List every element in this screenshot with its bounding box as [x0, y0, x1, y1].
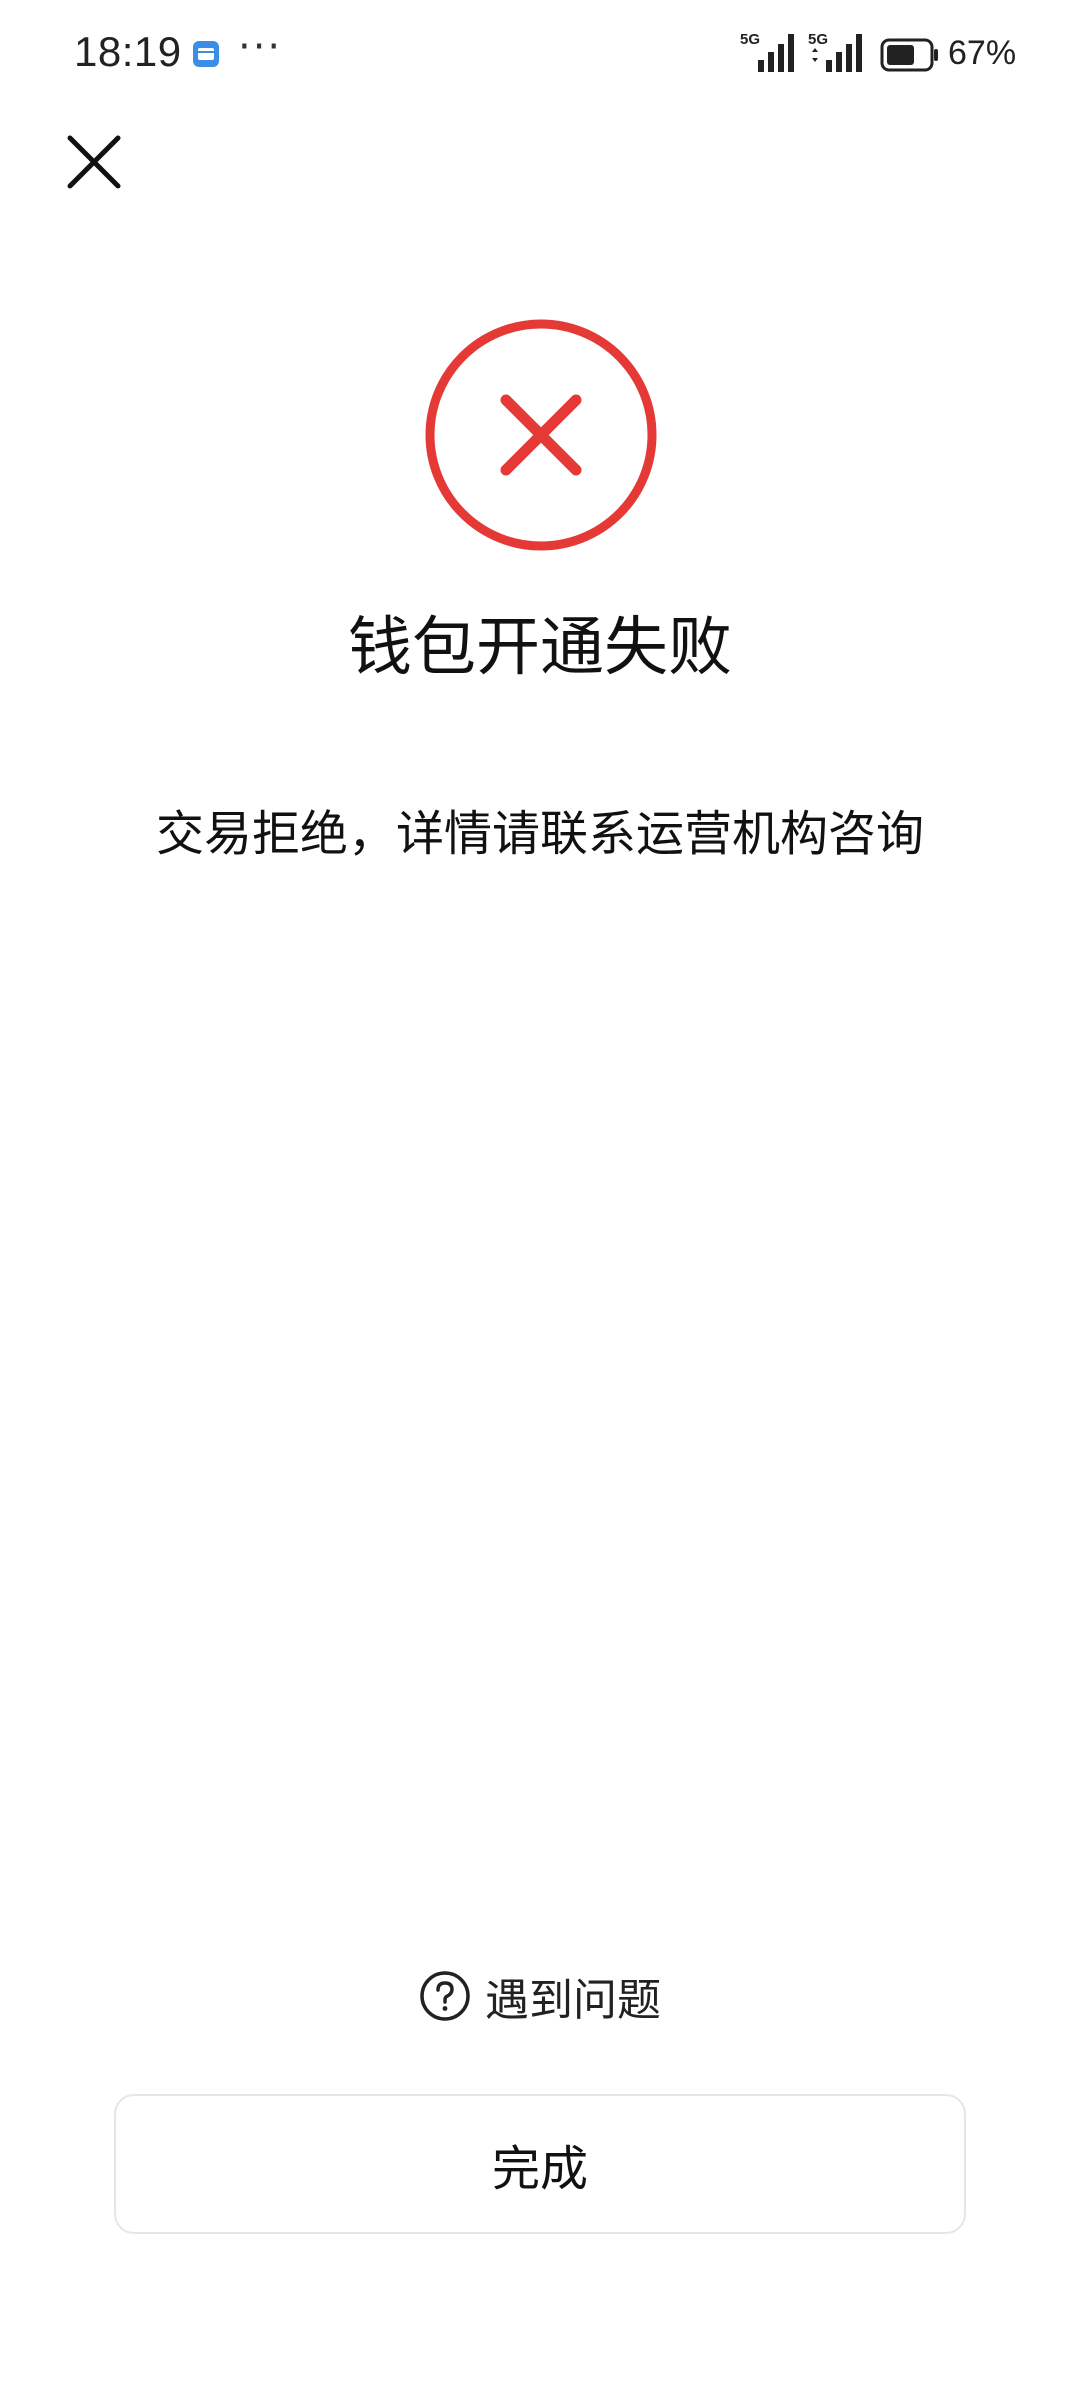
close-button[interactable]: [60, 128, 130, 198]
battery-percent: 67%: [948, 34, 1017, 72]
signal-2-label: 5G: [808, 31, 828, 48]
help-label: 遇到问题: [485, 1975, 661, 2026]
wallet-result-screen: 18:19 ··· 5G 5G 67% 钱包开通失败 交易拒绝，详情请联系运营机…: [0, 0, 1080, 2400]
status-time: 18:19: [74, 28, 182, 75]
notification-app-icon: [193, 41, 219, 67]
signal-1-label: 5G: [740, 31, 760, 48]
signal-5g-icon-2: 5G: [808, 31, 862, 72]
done-button-label: 完成: [491, 2141, 588, 2197]
close-icon: [67, 135, 121, 189]
battery-icon: [880, 38, 938, 72]
signal-5g-icon: 5G: [740, 31, 794, 72]
more-notifications-icon: ···: [238, 24, 283, 70]
error-circle-icon: [425, 319, 657, 551]
help-link[interactable]: 遇到问题: [0, 1964, 1080, 2028]
question-circle-icon: [420, 1971, 470, 2021]
result-title: 钱包开通失败: [348, 611, 732, 685]
result-message: 交易拒绝，详情请联系运营机构咨询: [155, 806, 924, 862]
done-button[interactable]: 完成: [114, 2094, 966, 2234]
status-bar: 18:19 ··· 5G 5G 67%: [0, 0, 1080, 110]
